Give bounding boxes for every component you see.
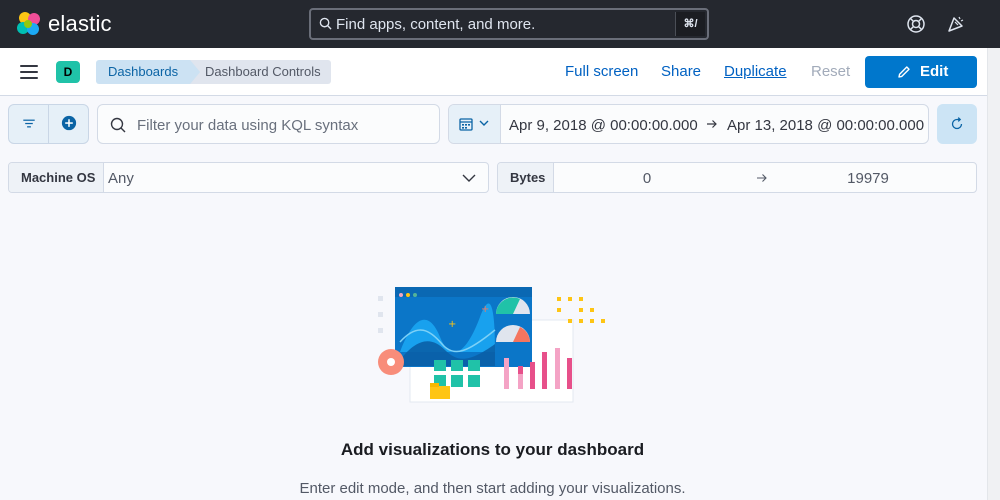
edit-button[interactable]: Edit — [865, 56, 977, 88]
edit-button-label: Edit — [920, 63, 949, 80]
kql-placeholder: Filter your data using KQL syntax — [137, 117, 359, 134]
kql-search-input[interactable]: Filter your data using KQL syntax — [97, 104, 440, 144]
date-picker: Apr 9, 2018 @ 00:00:00.000 Apr 13, 2018 … — [448, 104, 929, 144]
quick-select-button[interactable] — [449, 105, 501, 143]
empty-state-description: Enter edit mode, and then start adding y… — [299, 480, 686, 497]
empty-state-title: Add visualizations to your dashboard — [340, 440, 645, 459]
elastic-logo-icon[interactable] — [16, 11, 42, 37]
dashboard-illustration: + + — [378, 287, 605, 403]
reset-link: Reset — [811, 63, 851, 80]
search-placeholder: Find apps, content, and more. — [336, 16, 536, 33]
menu-icon[interactable] — [20, 65, 38, 79]
bytes-min-input[interactable]: 0 — [633, 170, 661, 187]
filter-options-button[interactable] — [8, 104, 49, 144]
machine-os-label: Machine OS — [9, 163, 105, 192]
machine-os-value: Any — [108, 170, 134, 187]
bytes-label: Bytes — [498, 163, 555, 192]
search-shortcut-badge: ⌘/ — [675, 12, 705, 36]
search-icon — [110, 117, 126, 133]
svg-text:+: + — [448, 319, 456, 330]
brand-name[interactable]: elastic — [48, 11, 112, 37]
machine-os-control[interactable]: Machine OS Any — [8, 162, 489, 193]
arrow-right-icon — [707, 120, 717, 128]
breadcrumb-dashboards[interactable]: Dashboards — [96, 60, 200, 84]
help-icon[interactable] — [906, 14, 926, 34]
share-link[interactable]: Share — [661, 63, 701, 80]
top-header: elastic Find apps, content, and more. ⌘/ — [0, 0, 1000, 48]
search-icon — [319, 17, 332, 30]
refresh-button[interactable] — [937, 104, 977, 144]
newsfeed-icon[interactable] — [946, 14, 966, 34]
full-screen-link[interactable]: Full screen — [565, 63, 638, 80]
start-date[interactable]: Apr 9, 2018 @ 00:00:00.000 — [509, 117, 698, 134]
global-search-input[interactable]: Find apps, content, and more. ⌘/ — [309, 8, 709, 40]
space-avatar[interactable]: D — [56, 61, 80, 83]
bytes-range-control: Bytes 0 19979 — [497, 162, 977, 193]
chevron-down-icon — [479, 120, 489, 126]
calendar-icon — [459, 118, 473, 131]
duplicate-link[interactable]: Duplicate — [724, 63, 787, 80]
filter-icon — [23, 119, 35, 128]
refresh-icon — [951, 117, 963, 130]
arrow-right-icon — [757, 174, 767, 182]
bytes-max-input[interactable]: 19979 — [828, 170, 908, 187]
plus-in-circle-icon — [61, 115, 77, 131]
app-header: D Dashboard Controls Dashboards Full scr… — [0, 48, 987, 96]
end-date[interactable]: Apr 13, 2018 @ 00:00:00.000 — [727, 117, 924, 134]
add-filter-button[interactable] — [49, 104, 89, 144]
svg-text:+: + — [481, 304, 489, 315]
pencil-icon — [898, 66, 910, 78]
chevron-down-icon — [462, 174, 476, 182]
scrollbar[interactable] — [987, 48, 1000, 500]
breadcrumb-current: Dashboard Controls — [186, 60, 331, 84]
